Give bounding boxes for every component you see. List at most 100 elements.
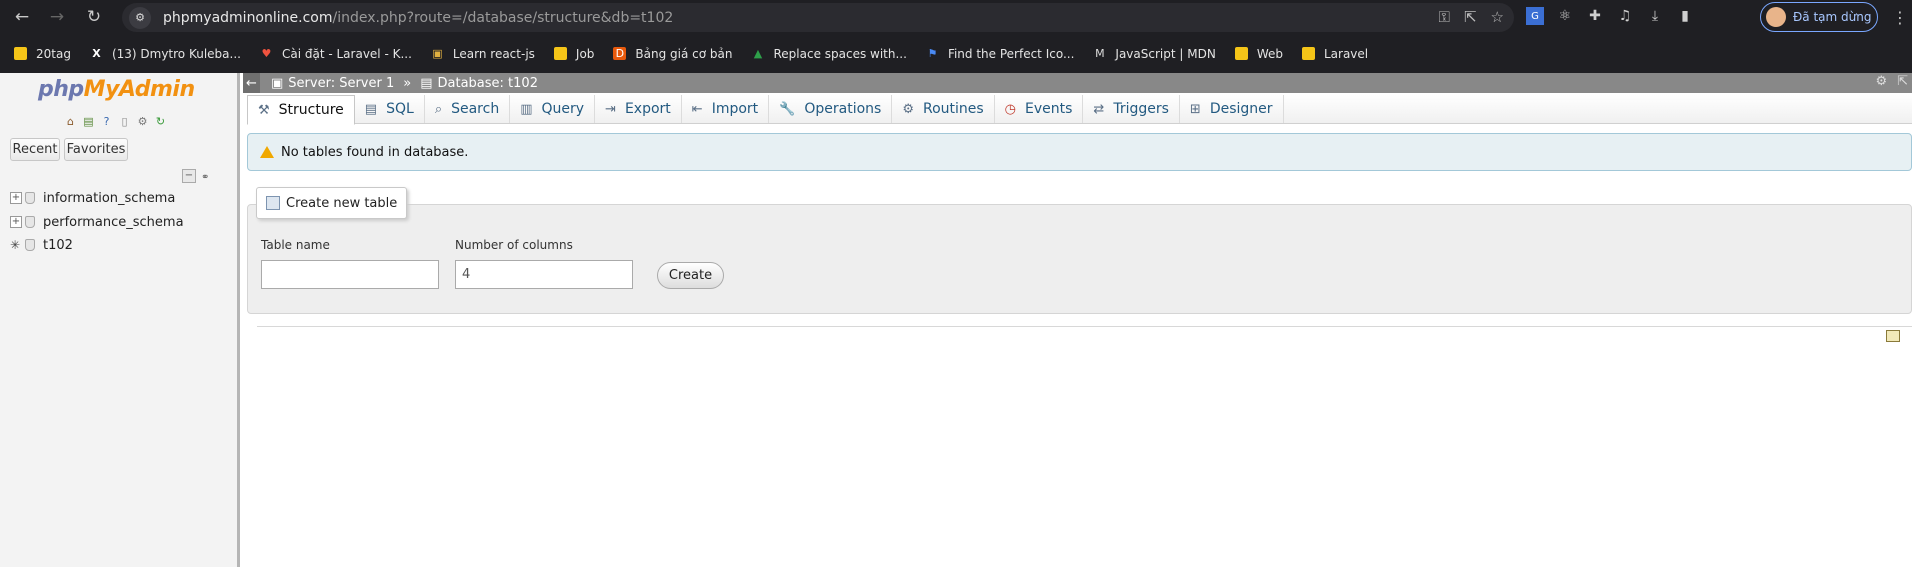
reload-icon[interactable]: ↻ [83,6,105,28]
share-icon[interactable]: ⇱ [1464,8,1477,26]
tab-label: Designer [1209,101,1273,117]
key-icon[interactable]: ⚿ [1439,8,1450,26]
bookmarks-bar: 20tag X (13) Dmytro Kuleba... ♥ Cài đặt - La… [0,34,1912,73]
tab-label: Query [541,101,585,117]
home-icon[interactable]: ⌂ [63,114,78,128]
breadcrumb: ← ▣ Server: Server 1 » ▤ Database: t102 ⚙ … [243,73,1912,93]
address-bar[interactable]: ⚙ phpmyadminonline.com/index.php?route=/… [122,3,1514,32]
structure-icon: ⚒ [258,102,270,118]
bookmark-item[interactable]: ▣ Learn react-js [431,47,535,61]
bookmark-label: Web [1256,46,1283,61]
bookmark-label: Cài đặt - Laravel - K... [281,46,412,61]
sidepanel-icon[interactable]: ▮ [1676,7,1694,25]
bookmark-item[interactable]: M JavaScript | MDN [1093,46,1216,61]
tab-label: Routines [922,101,984,117]
bookmark-label: Find the Perfect Ico... [947,46,1075,61]
media-icon[interactable]: ♫ [1616,7,1634,25]
refresh-icon[interactable]: ↻ [153,114,168,128]
tab-events[interactable]: ◷ Events [995,95,1084,123]
bookmark-item[interactable]: Laravel [1301,47,1368,61]
db-name[interactable]: t102 [43,238,73,253]
tab-routines[interactable]: ⚙ Routines [892,95,995,123]
download-icon[interactable]: ⤓ [1646,7,1664,25]
logout-icon[interactable]: ▤ [81,114,96,128]
create-table-fieldset: Create new table Table name Number of co… [247,187,1912,314]
table-name-input[interactable] [261,260,439,289]
folder-icon [553,47,567,60]
bookmark-label: 20tag [36,46,71,61]
bookmark-item[interactable]: D Bảng giá cơ bản [613,47,732,61]
db-item-performance-schema[interactable]: + performance_schema [10,213,184,231]
translate-icon[interactable]: G [1526,7,1544,25]
db-name[interactable]: information_schema [43,191,175,206]
react-icon[interactable]: ⚛ [1556,7,1574,25]
bookmark-item[interactable]: 20tag [14,47,71,61]
phpmyadmin-logo[interactable]: phpMyAdmin [38,77,195,102]
mdn-icon: M [1095,47,1105,60]
puzzle-icon[interactable]: ✚ [1586,7,1604,25]
tab-structure[interactable]: ⚒ Structure [247,95,355,125]
profile-button[interactable]: Đã tạm dừng [1760,2,1878,32]
columns-input[interactable] [455,260,633,289]
tab-label: Structure [278,102,344,118]
folder-icon [1301,47,1315,60]
bookmark-item[interactable]: X (13) Dmytro Kuleba... [90,47,241,61]
tab-query[interactable]: ▥ Query [510,95,596,123]
phpmyadmin-app: phpMyAdmin ⌂ ▤ ? ▯ ⚙ ↻ Recent Favorites … [0,73,1912,567]
breadcrumb-server[interactable]: ▣ Server: Server 1 [271,76,394,91]
favorites-button[interactable]: Favorites [64,138,128,161]
profile-label: Đã tạm dừng [1793,10,1872,24]
db-item-t102[interactable]: ✳ t102 [10,236,73,254]
expand-icon[interactable]: + [10,192,22,204]
star-icon[interactable]: ☆ [1491,8,1504,26]
help-icon[interactable]: ? [99,114,114,128]
bookmark-item[interactable]: ♥ Cài đặt - Laravel - K... [260,47,412,61]
console-icon[interactable] [1886,330,1900,342]
url-host: phpmyadminonline.com [163,9,333,26]
expand-icon[interactable]: ⇱ [1897,74,1908,89]
menu-icon[interactable]: ⋮ [1892,8,1908,27]
forward-arrow-icon[interactable]: → [46,6,68,28]
create-button[interactable]: Create [657,262,724,289]
tab-sql[interactable]: ▤ SQL [355,95,425,123]
bookmark-item[interactable]: ⚑ Find the Perfect Ico... [926,46,1075,61]
expand-icon[interactable]: + [10,216,22,228]
triggers-icon: ⇄ [1093,101,1105,117]
logo-myadmin: MyAdmin [83,77,195,102]
url-text[interactable]: phpmyadminonline.com/index.php?route=/da… [163,10,673,26]
logo-php: php [38,77,84,102]
docs-icon[interactable]: ▯ [117,114,132,128]
database-icon [25,216,35,228]
bookmark-label: Learn react-js [452,46,535,61]
back-arrow-icon[interactable]: ← [11,6,33,28]
laravel-icon: ♥ [261,47,272,60]
tab-operations[interactable]: 🔧 Operations [769,95,893,123]
db-name[interactable]: performance_schema [43,215,184,230]
tab-designer[interactable]: ⊞ Designer [1180,95,1284,123]
gear-icon[interactable]: ⚙ [1875,74,1887,89]
collapse-nav-arrow-icon[interactable]: ← [243,73,260,93]
link-icon[interactable]: ⚭ [201,172,209,183]
bookmark-label: Replace spaces with... [773,46,907,61]
recent-button[interactable]: Recent [10,138,60,161]
notice-message: No tables found in database. [247,133,1912,171]
tab-label: Operations [804,101,882,117]
breadcrumb-database[interactable]: ▤ Database: t102 [420,76,538,91]
settings-icon[interactable]: ⚙ [135,114,150,128]
tab-import[interactable]: ⇤ Import [682,95,770,123]
tab-label: Events [1025,101,1073,117]
clock-icon: ◷ [1004,101,1017,117]
sql-icon: ▤ [364,101,378,117]
tab-triggers[interactable]: ⇄ Triggers [1083,95,1180,123]
bookmark-label: JavaScript | MDN [1115,46,1216,61]
notice-text: No tables found in database. [281,144,469,160]
tab-export[interactable]: ⇥ Export [595,95,682,123]
tab-search[interactable]: ⌕ Search [425,95,511,123]
bookmark-item[interactable]: Web [1234,46,1283,61]
site-info-icon[interactable]: ⚙ [129,6,151,29]
collapse-all-icon[interactable]: − [182,169,196,183]
breadcrumb-server-label: Server: Server 1 [288,75,395,91]
bookmark-item[interactable]: ▲ Replace spaces with... [751,46,907,61]
bookmark-item[interactable]: Job [553,47,594,61]
db-item-information-schema[interactable]: + information_schema [10,189,175,207]
